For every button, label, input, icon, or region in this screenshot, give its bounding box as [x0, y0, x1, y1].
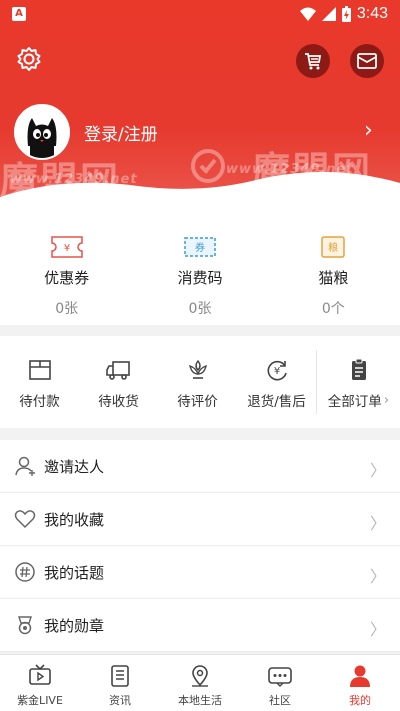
cart-button[interactable]: [296, 44, 330, 78]
review-icon: [188, 359, 207, 379]
wifi-icon: [299, 7, 316, 21]
tab-label: 我的: [349, 694, 371, 707]
chevron-right-icon: 〉: [369, 461, 386, 480]
chevron-right-icon: 〉: [369, 620, 386, 639]
tab-mine[interactable]: 我的: [320, 655, 400, 711]
avatar[interactable]: [14, 104, 70, 160]
status-time: 3:43: [356, 5, 388, 22]
voucher-icon: 券: [184, 237, 216, 257]
all-orders-button[interactable]: 全部订单 ›: [316, 350, 400, 414]
menu-label: 我的收藏: [44, 510, 105, 529]
tab-live[interactable]: 紫金LIVE: [0, 655, 80, 711]
tv-icon: [29, 664, 51, 685]
tab-local-life[interactable]: 本地生活: [160, 655, 240, 711]
chevron-right-icon: 〉: [369, 514, 386, 533]
svg-text:券: 券: [195, 241, 205, 254]
coupon-icon: ¥: [50, 236, 83, 258]
clipboard-icon: [351, 358, 366, 380]
header-wave: [0, 171, 400, 215]
message-button[interactable]: [350, 44, 384, 78]
menu-label: 我的话题: [44, 563, 105, 582]
all-orders-label: 全部订单 ›: [328, 390, 389, 410]
battery-icon: [341, 6, 351, 22]
settings-button[interactable]: [14, 44, 44, 74]
svg-text:¥: ¥: [273, 366, 279, 377]
voucher-count: 0张: [188, 301, 212, 317]
voucher-item[interactable]: 券 消费码 0张: [133, 215, 266, 325]
news-icon: [111, 665, 129, 687]
community-icon: [268, 667, 292, 687]
menu-label: 我的勋章: [44, 616, 105, 635]
cat-food-count: 0个: [321, 301, 345, 317]
coupon-panel: ¥ 优惠券 0张 券 消费码 0张 粮 猫粮 0个: [0, 215, 400, 325]
order-label: 退货/售后: [247, 394, 306, 410]
order-label: 待评价: [177, 394, 218, 410]
refund-icon: ¥: [267, 360, 287, 381]
order-pending-receipt[interactable]: 待收货: [79, 336, 158, 428]
orders-panel: 待付款 待收货 待评价 ¥ 退货/售后 全部订单 ›: [0, 336, 400, 428]
cat-avatar-icon: [16, 106, 68, 158]
coupon-label: 优惠券: [44, 269, 90, 287]
location-icon: [192, 665, 208, 687]
heart-icon: [14, 510, 36, 529]
chevron-right-icon: ›: [383, 392, 390, 408]
truck-icon: [105, 361, 130, 380]
user-icon: [15, 456, 35, 476]
tab-community[interactable]: 社区: [240, 655, 320, 711]
cat-food-label: 猫粮: [318, 269, 349, 287]
order-label: 待收货: [98, 394, 139, 410]
cart-icon: [305, 53, 322, 70]
medal-icon: [18, 616, 32, 635]
menu-item-topics[interactable]: 我的话题 〉: [0, 546, 400, 599]
order-pending-payment[interactable]: 待付款: [0, 336, 79, 428]
all-orders-text: 全部订单: [327, 394, 382, 410]
menu-label: 邀请达人: [44, 457, 105, 476]
profile-header: A 3:43 登录/注册 › 魔盟网 www.12349.net 魔盟网 www…: [0, 0, 400, 215]
chevron-right-icon: 〉: [369, 567, 386, 586]
status-icons: 3:43: [299, 5, 388, 23]
order-refund[interactable]: ¥ 退货/售后: [237, 336, 316, 428]
wallet-icon: [28, 360, 51, 380]
hashtag-icon: [15, 562, 35, 582]
status-bar: A 3:43: [0, 0, 400, 28]
gear-icon: [17, 47, 41, 71]
tab-label: 社区: [269, 694, 291, 707]
menu-item-medals[interactable]: 我的勋章 〉: [0, 599, 400, 652]
coupon-item[interactable]: ¥ 优惠券 0张: [0, 215, 133, 325]
menu-item-favorites[interactable]: 我的收藏 〉: [0, 493, 400, 546]
menu-item-invite-expert[interactable]: 邀请达人 〉: [0, 440, 400, 493]
tab-label: 本地生活: [178, 694, 222, 707]
mail-icon: [357, 53, 377, 69]
order-label: 待付款: [19, 394, 60, 410]
app-notification-icon: A: [12, 7, 26, 21]
menu-list: 邀请达人 〉 我的收藏 〉 我的话题 〉 我的勋章 〉: [0, 440, 400, 652]
cat-food-item[interactable]: 粮 猫粮 0个: [267, 215, 400, 325]
login-register-link[interactable]: 登录/注册: [84, 120, 158, 145]
svg-text:粮: 粮: [328, 241, 338, 254]
bottom-tab-bar: 紫金LIVE 资讯 本地生活 社区 我的: [0, 654, 400, 711]
login-arrow-icon[interactable]: ›: [364, 118, 373, 143]
tab-news[interactable]: 资讯: [80, 655, 160, 711]
tab-label: 紫金LIVE: [17, 694, 63, 707]
voucher-label: 消费码: [177, 269, 223, 287]
profile-icon: [350, 665, 370, 687]
cat-food-icon: 粮: [321, 236, 346, 258]
coupon-count: 0张: [55, 301, 79, 317]
order-pending-review[interactable]: 待评价: [158, 336, 237, 428]
tab-label: 资讯: [109, 694, 131, 707]
svg-text:¥: ¥: [63, 243, 69, 254]
signal-icon: [321, 7, 336, 21]
